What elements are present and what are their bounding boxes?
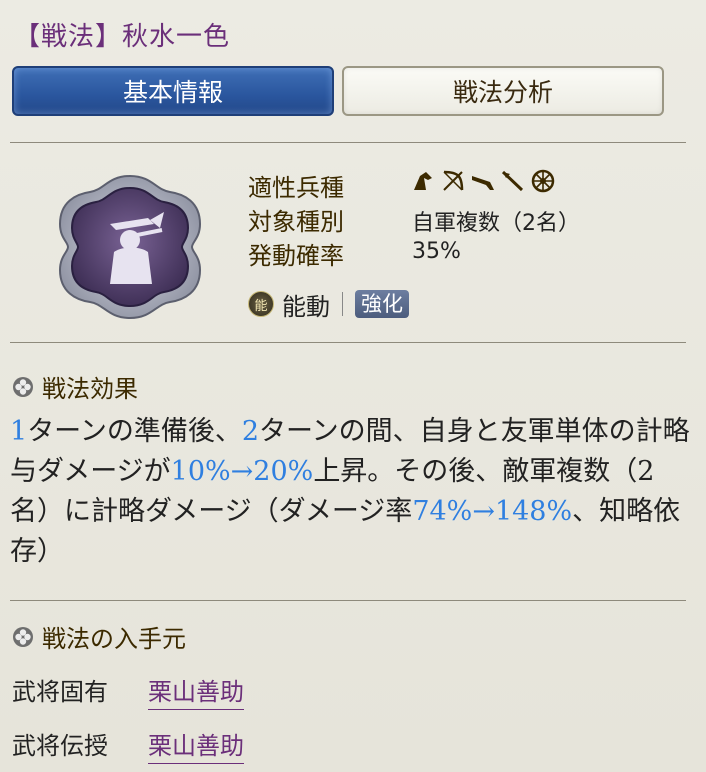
effect-heading: 戦法効果 bbox=[12, 369, 138, 404]
tab-basic-info[interactable]: 基本情報 bbox=[12, 66, 334, 116]
rate-value: 35% bbox=[412, 239, 461, 264]
clover-icon bbox=[13, 626, 33, 647]
effect-text-5: 10%→20% bbox=[170, 456, 314, 487]
clover-icon bbox=[13, 376, 33, 397]
enhance-badge: 強化 bbox=[355, 290, 409, 318]
source-row-label: 武将固有 bbox=[12, 678, 108, 706]
divider bbox=[10, 600, 686, 601]
gun-icon bbox=[470, 168, 496, 194]
bow-icon bbox=[440, 168, 466, 194]
divider bbox=[10, 142, 686, 143]
activation-badge-icon: 能 bbox=[248, 291, 274, 317]
tactic-emblem-icon bbox=[58, 174, 202, 320]
aptitude-label: 適性兵種 bbox=[248, 174, 344, 202]
target-value: 自軍複数（2名） bbox=[412, 211, 580, 236]
activation-type: 能動 bbox=[282, 292, 330, 321]
effect-description: 1ターンの準備後、2ターンの間、自身と友軍単体の計略与ダメージが10%→20%上… bbox=[10, 412, 690, 572]
source-heading: 戦法の入手元 bbox=[12, 619, 186, 654]
effect-text-7: 74%→148% bbox=[412, 496, 573, 527]
aptitude-icons bbox=[410, 166, 556, 196]
source-heading-label: 戦法の入手元 bbox=[42, 625, 186, 653]
tab-tactic-analysis[interactable]: 戦法分析 bbox=[342, 66, 664, 116]
effect-heading-label: 戦法効果 bbox=[42, 375, 138, 403]
wheel-icon bbox=[530, 168, 556, 194]
source-general-link[interactable]: 栗山善助 bbox=[148, 726, 244, 764]
spear-icon bbox=[500, 168, 526, 194]
cavalry-icon bbox=[410, 168, 436, 194]
source-row-label: 武将伝授 bbox=[12, 732, 108, 760]
tab-bar: 基本情報 戦法分析 bbox=[12, 66, 664, 118]
source-general-link[interactable]: 栗山善助 bbox=[148, 672, 244, 710]
tactic-title: 【戦法】秋水一色 bbox=[14, 22, 231, 52]
activation-row: 能 能動 強化 bbox=[248, 288, 409, 321]
effect-text-2: ターンの準備後、 bbox=[27, 416, 242, 447]
divider bbox=[10, 342, 686, 343]
effect-text-1: 1 bbox=[10, 416, 28, 447]
rate-label: 発動確率 bbox=[248, 242, 344, 270]
target-label: 対象種別 bbox=[248, 208, 344, 236]
effect-text-3: 2 bbox=[241, 416, 260, 447]
separator bbox=[342, 292, 343, 316]
tactic-detail-panel: 【戦法】秋水一色 基本情報 戦法分析 適性兵種 対象種別 自軍複数（2名） 発動… bbox=[0, 0, 706, 772]
